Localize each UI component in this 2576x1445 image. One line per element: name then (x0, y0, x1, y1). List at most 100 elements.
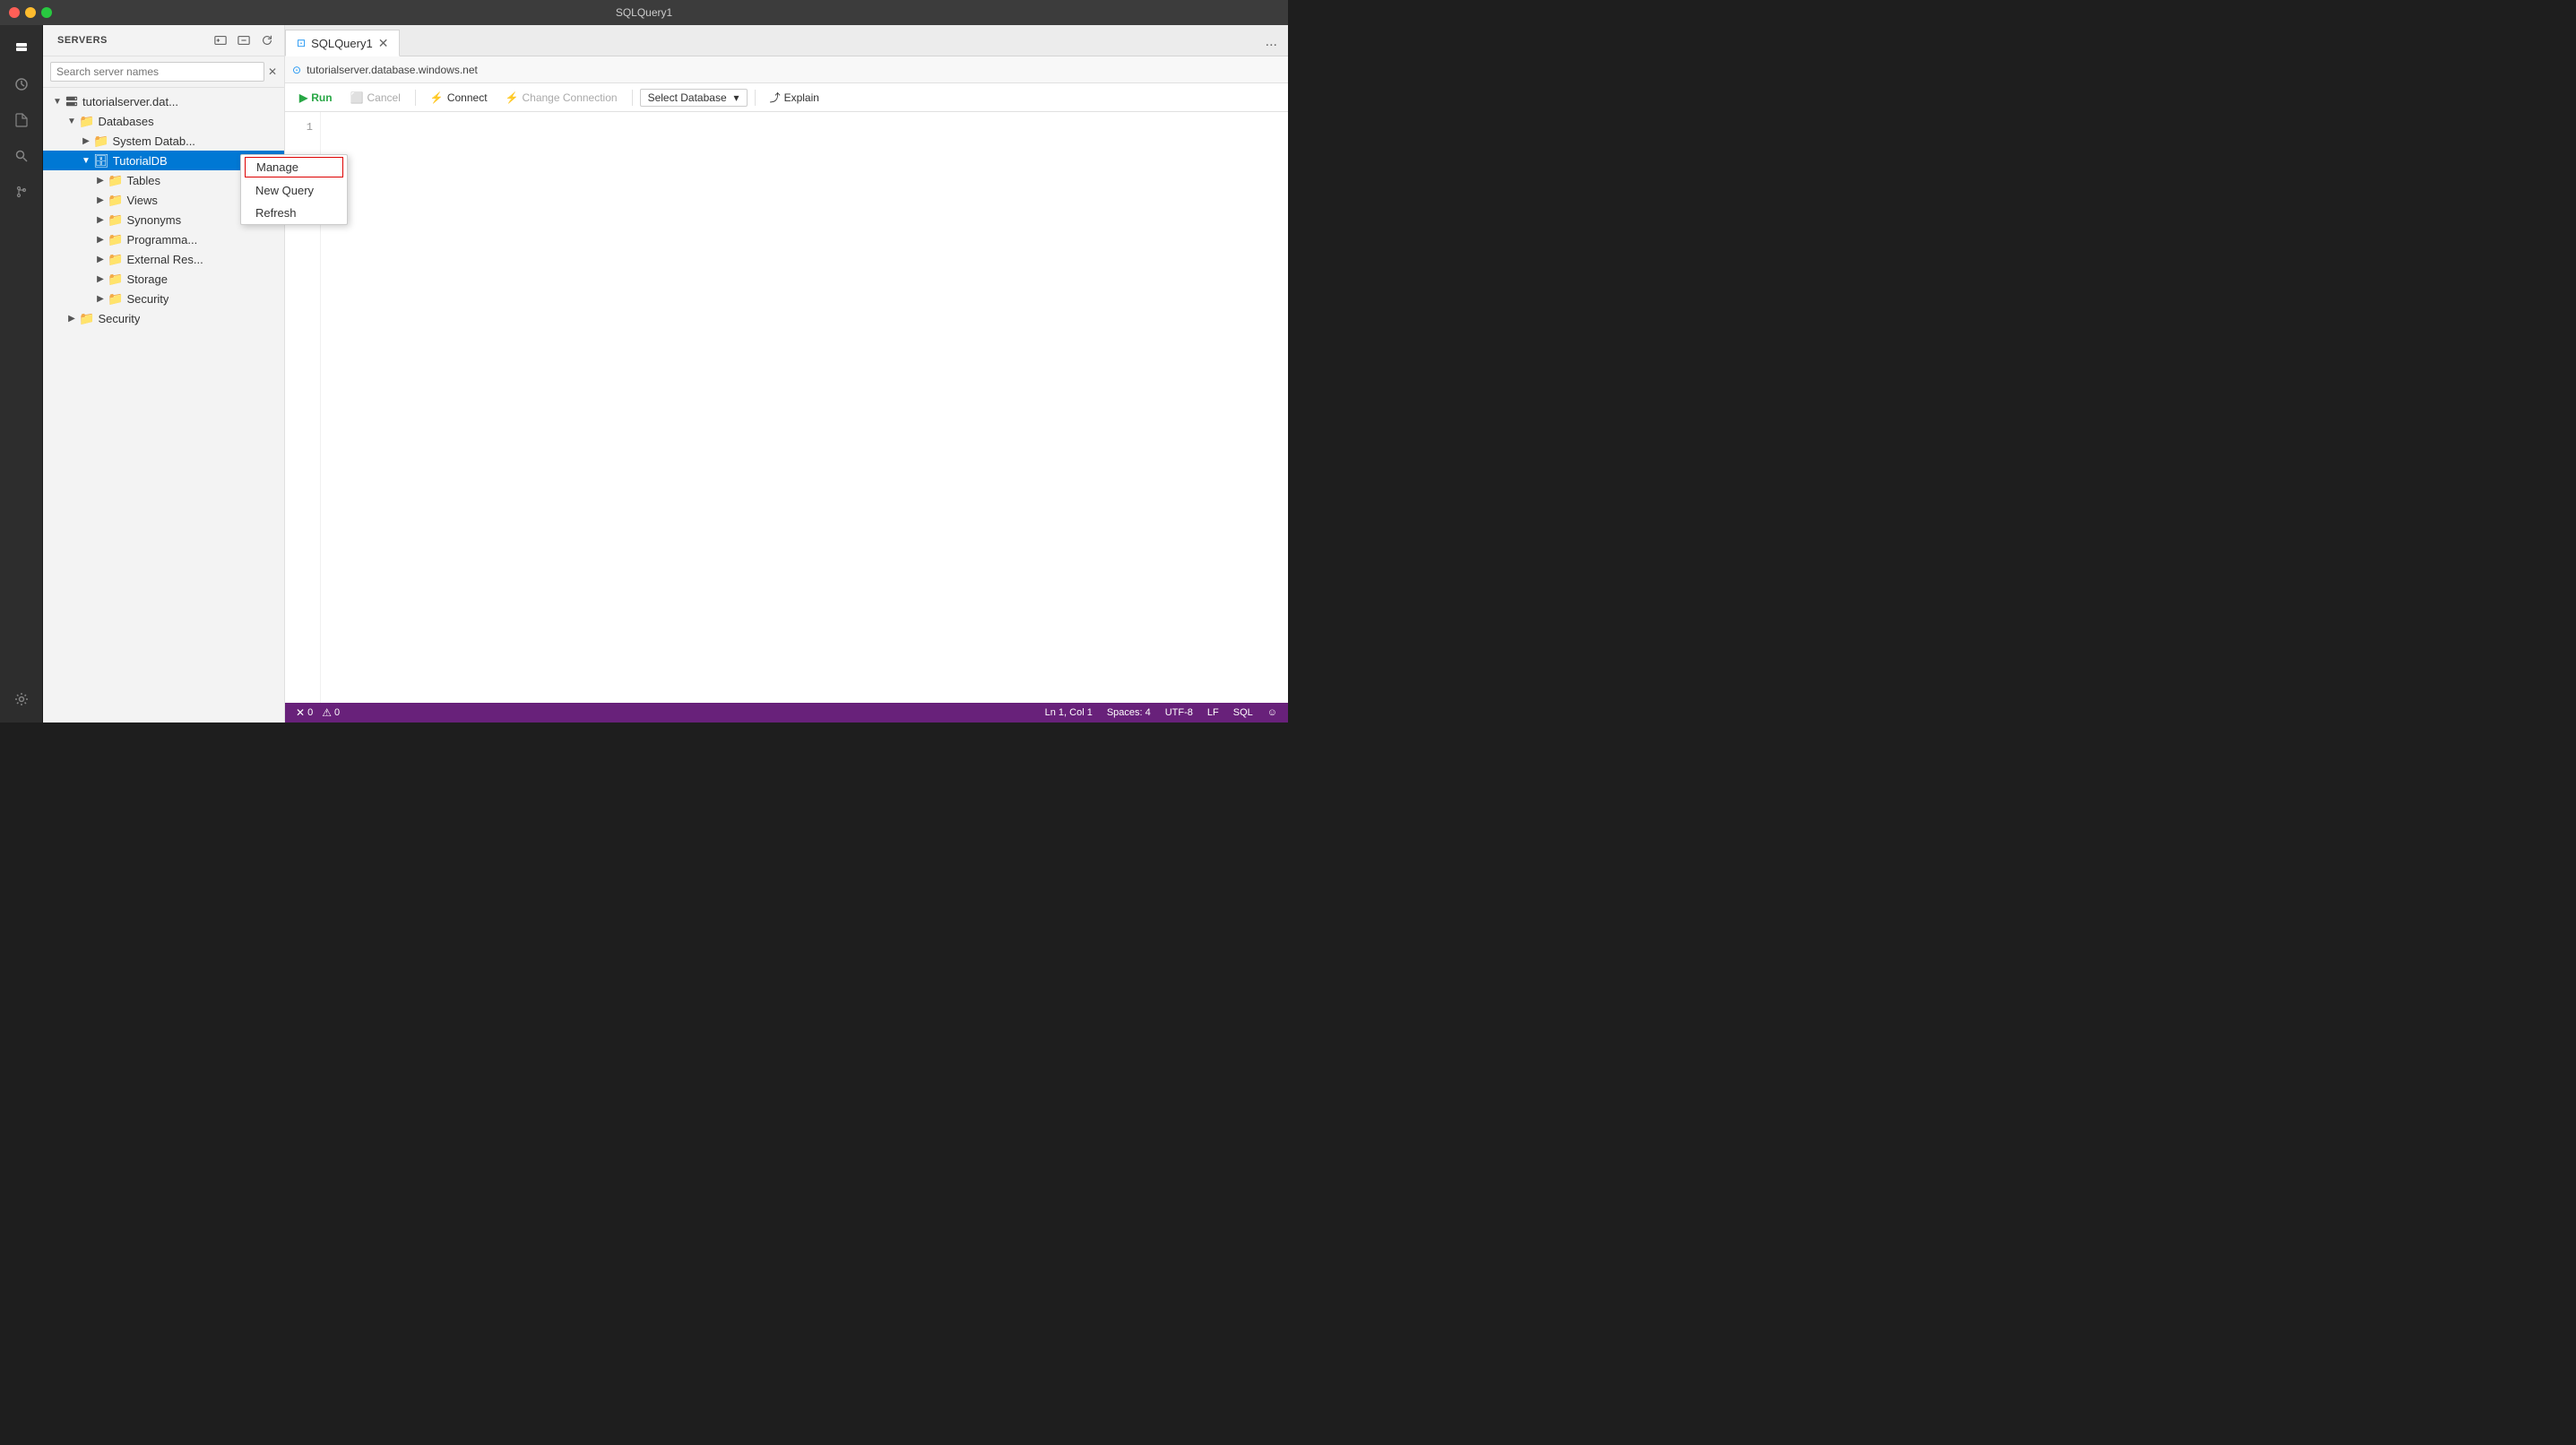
ln-col-label: Ln 1, Col 1 (1045, 707, 1093, 718)
error-icon: ✕ (296, 706, 305, 719)
status-errors[interactable]: ✕ 0 (292, 706, 316, 719)
status-language[interactable]: SQL (1230, 707, 1257, 718)
tree-item-security-tutorialdb[interactable]: 📁 Security (43, 289, 284, 308)
editor-content[interactable] (321, 112, 1288, 703)
folder-views-icon: 📁 (108, 193, 123, 208)
maximize-button[interactable] (41, 7, 52, 18)
close-button[interactable] (9, 7, 20, 18)
change-connection-icon: ⚡ (506, 91, 519, 104)
tree-item-security-server[interactable]: 📁 Security (43, 308, 284, 328)
title-bar: SQLQuery1 (0, 0, 1288, 25)
storage-label: Storage (126, 273, 168, 286)
sidebar: SERVERS (43, 25, 285, 722)
tree-item-storage[interactable]: 📁 Storage (43, 269, 284, 289)
connect-icon: ⚡ (430, 91, 444, 104)
chevron-tutorialdb (79, 153, 93, 168)
cancel-button[interactable]: ⬜ Cancel (343, 89, 408, 107)
tab-close-button[interactable]: ✕ (378, 36, 389, 51)
tree-item-external-res[interactable]: 📁 External Res... (43, 249, 284, 269)
search-bar: ✕ (43, 56, 284, 88)
refresh-connections-button[interactable] (257, 30, 277, 50)
tab-more-button[interactable]: ... (1255, 29, 1288, 56)
tab-more-label: ... (1266, 34, 1277, 50)
cancel-label: Cancel (367, 91, 401, 104)
change-connection-button[interactable]: ⚡ Change Connection (498, 89, 625, 107)
search-input[interactable] (50, 62, 264, 82)
explain-label: Explain (784, 91, 819, 104)
smiley-icon: ☺ (1267, 707, 1277, 718)
synonyms-label: Synonyms (126, 213, 181, 227)
context-menu-new-query[interactable]: New Query (241, 179, 347, 202)
security-server-label: Security (98, 312, 140, 325)
server-icon (14, 41, 29, 56)
tab-sqlquery1[interactable]: ⊡ SQLQuery1 ✕ (285, 30, 400, 56)
disconnect-button[interactable] (234, 30, 254, 50)
tree-item-server[interactable]: tutorialserver.dat... (43, 91, 284, 111)
editor-area: 1 (285, 112, 1288, 703)
programmability-label: Programma... (126, 233, 197, 247)
tree-item-programmability[interactable]: 📁 Programma... (43, 229, 284, 249)
add-connection-icon (214, 34, 227, 47)
chevron-security-server (65, 311, 79, 325)
tree-item-databases[interactable]: 📁 Databases (43, 111, 284, 131)
settings-button[interactable] (5, 683, 38, 715)
search-icon (14, 149, 29, 163)
connect-button[interactable]: ⚡ Connect (423, 89, 495, 107)
tree-item-system-db[interactable]: 📁 System Datab... (43, 131, 284, 151)
connect-label: Connect (447, 91, 488, 104)
folder-synonyms-icon: 📁 (108, 212, 123, 228)
status-warnings[interactable]: ⚠ 0 (318, 706, 343, 719)
search-close-button[interactable]: ✕ (268, 65, 277, 78)
status-bar: ✕ 0 ⚠ 0 Ln 1, Col 1 Spaces: 4 UTF-8 (285, 703, 1288, 722)
disconnect-icon (238, 34, 250, 47)
chevron-databases (65, 114, 79, 128)
status-smiley[interactable]: ☺ (1264, 707, 1281, 718)
context-menu-refresh-label: Refresh (255, 206, 297, 220)
connection-bar: ⊙ tutorialserver.database.windows.net (285, 56, 1288, 83)
folder-system-db-icon: 📁 (93, 134, 108, 149)
activity-bar (0, 25, 43, 722)
context-menu: Manage New Query Refresh (240, 154, 348, 225)
window-title: SQLQuery1 (616, 6, 672, 19)
git-icon (14, 185, 29, 199)
sidebar-item-search[interactable] (5, 140, 38, 172)
chevron-down-icon: ▾ (734, 91, 739, 104)
context-menu-manage[interactable]: Manage (245, 157, 343, 177)
context-menu-refresh[interactable]: Refresh (241, 202, 347, 224)
status-eol: LF (1204, 707, 1223, 718)
folder-security-tutorialdb-icon: 📁 (108, 291, 123, 307)
sql-file-icon: ⊡ (297, 37, 306, 49)
sidebar-item-git[interactable] (5, 176, 38, 208)
folder-external-res-icon: 📁 (108, 252, 123, 267)
language-label: SQL (1233, 707, 1253, 718)
chevron-views (93, 193, 108, 207)
tutorialdb-label: TutorialDB (113, 154, 168, 168)
folder-programmability-icon: 📁 (108, 232, 123, 247)
select-database-dropdown[interactable]: Select Database ▾ (640, 89, 748, 107)
add-connection-button[interactable] (211, 30, 230, 50)
minimize-button[interactable] (25, 7, 36, 18)
tab-bar: ⊡ SQLQuery1 ✕ ... (285, 25, 1288, 56)
run-button[interactable]: ▶ Run (292, 89, 340, 107)
databases-label: Databases (98, 115, 153, 128)
explain-button[interactable]: ⤴ Explain (763, 87, 826, 108)
sidebar-item-server[interactable] (5, 32, 38, 65)
sidebar-item-history[interactable] (5, 68, 38, 100)
database-tutorialdb-icon: 🗄 (93, 153, 109, 169)
status-bar-right: Ln 1, Col 1 Spaces: 4 UTF-8 LF SQL ☺ (1042, 707, 1281, 718)
context-menu-new-query-label: New Query (255, 184, 314, 197)
chevron-storage (93, 272, 108, 286)
run-icon: ▶ (299, 91, 307, 104)
refresh-icon (261, 34, 273, 47)
tables-label: Tables (126, 174, 160, 187)
folder-security-server-icon: 📁 (79, 311, 94, 326)
chevron-external-res (93, 252, 108, 266)
connection-server-name: tutorialserver.database.windows.net (307, 64, 478, 76)
eol-label: LF (1207, 707, 1219, 718)
cancel-icon: ⬜ (350, 91, 364, 104)
sidebar-item-new-file[interactable] (5, 104, 38, 136)
spaces-label: Spaces: 4 (1107, 707, 1151, 718)
toolbar: ▶ Run ⬜ Cancel ⚡ Connect ⚡ Change Connec… (285, 83, 1288, 112)
context-menu-manage-label: Manage (256, 160, 298, 174)
select-database-label: Select Database (648, 91, 727, 104)
